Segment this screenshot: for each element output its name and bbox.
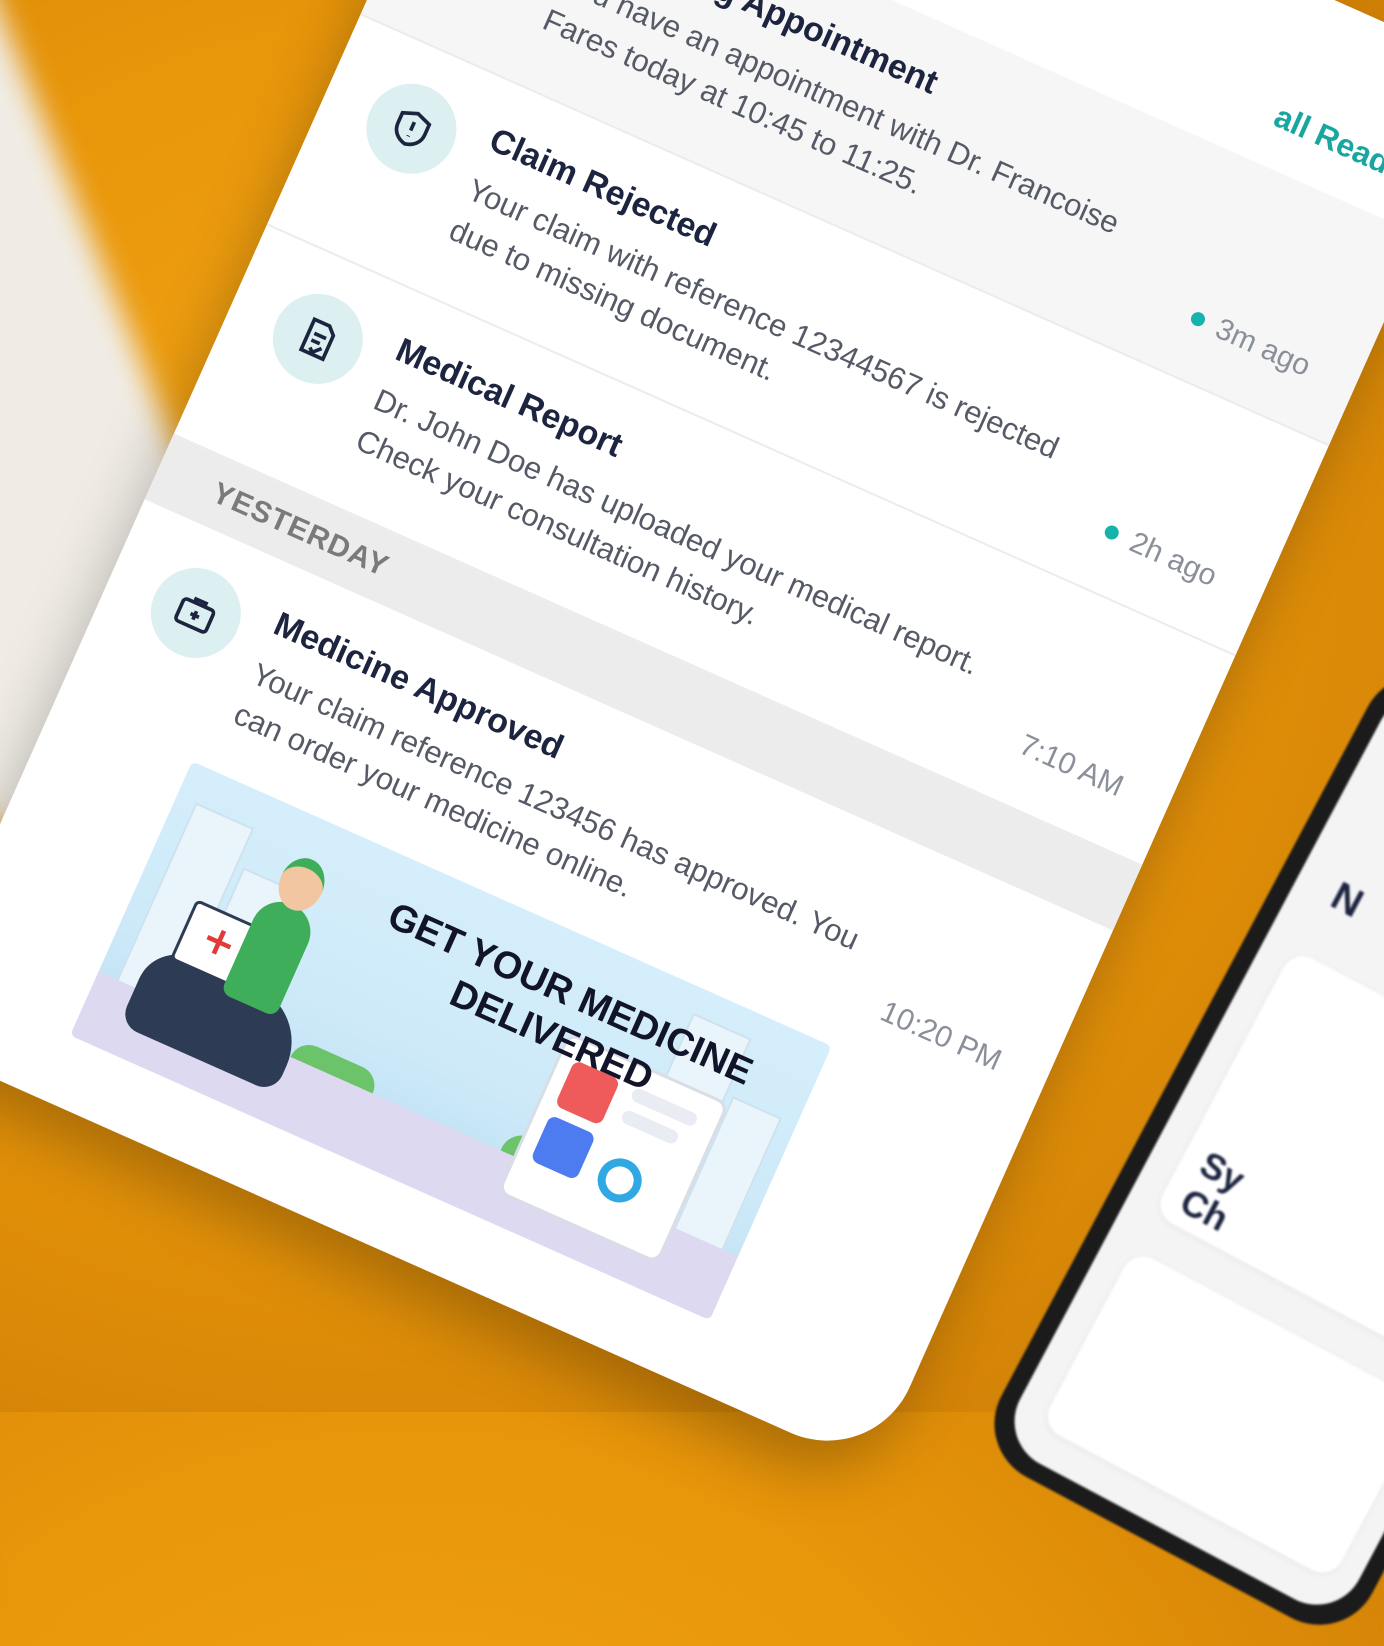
unread-dot xyxy=(1102,523,1122,542)
shield-alert-icon xyxy=(352,69,471,189)
document-check-icon xyxy=(258,279,378,399)
notification-time-text: 10:20 PM xyxy=(875,994,1007,1078)
notification-time: 2h ago xyxy=(1099,514,1222,594)
app-tile xyxy=(530,1114,597,1181)
notification-time-text: 2h ago xyxy=(1124,525,1222,594)
notification-time: 10:20 PM xyxy=(875,994,1007,1078)
notification-time: 3m ago xyxy=(1185,301,1316,384)
donut-chart-icon xyxy=(590,1151,649,1210)
unread-dot xyxy=(1188,309,1208,329)
mark-all-read-link[interactable]: all Read xyxy=(1269,98,1384,182)
notification-time: 7:10 AM xyxy=(1014,728,1128,804)
peek-text: N xyxy=(1324,873,1371,927)
medical-kit-icon xyxy=(136,553,256,673)
notification-time-text: 7:10 AM xyxy=(1014,728,1129,804)
notification-time-text: 3m ago xyxy=(1210,312,1316,383)
